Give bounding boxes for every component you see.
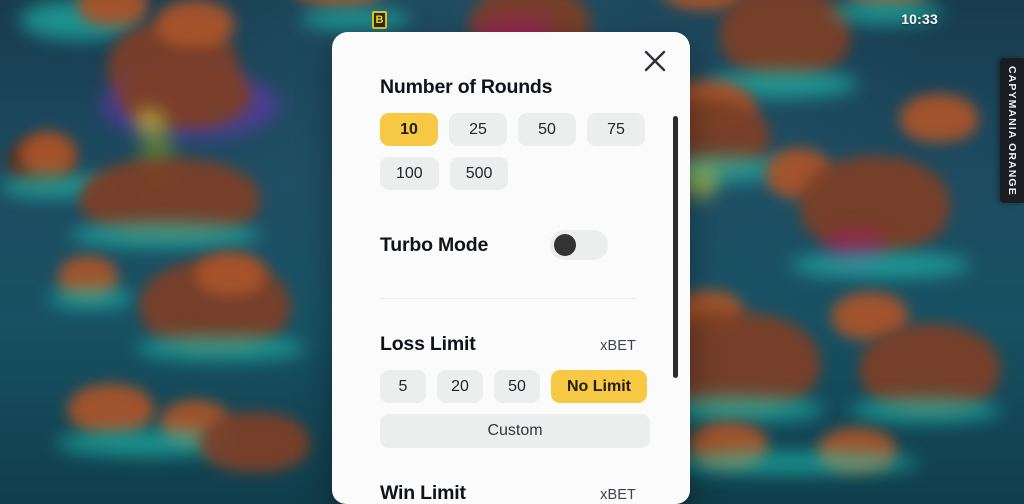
loss-limit-option-5[interactable]: 5	[380, 370, 426, 403]
section-win-limit: Win Limit xBET	[380, 482, 650, 504]
turbo-mode-title: Turbo Mode	[380, 233, 489, 256]
win-limit-unit: xBET	[600, 487, 636, 503]
loss-limit-options: 5 20 50 No Limit	[380, 370, 650, 403]
rounds-title: Number of Rounds	[380, 76, 553, 98]
rounds-option-10[interactable]: 10	[380, 113, 438, 146]
toggle-knob	[554, 234, 576, 256]
turbo-mode-toggle[interactable]	[550, 230, 608, 260]
rounds-option-25[interactable]: 25	[449, 113, 507, 146]
section-loss-limit: Loss Limit xBET 5 20 50 No Limit Custom	[380, 333, 650, 448]
loss-limit-option-20[interactable]: 20	[437, 370, 483, 403]
section-number-of-rounds: Number of Rounds 10 25 50 75 100 500	[380, 76, 650, 190]
modal-scrollbar-track[interactable]	[672, 32, 678, 504]
section-header: Loss Limit xBET	[380, 333, 650, 356]
side-tab-capymania-orange[interactable]: CAPYMANIA ORANGE	[1000, 58, 1024, 203]
settings-scroll-area: Number of Rounds 10 25 50 75 100 500 Tur…	[332, 32, 690, 504]
autoplay-settings-modal: Number of Rounds 10 25 50 75 100 500 Tur…	[332, 32, 690, 504]
section-divider	[380, 298, 636, 299]
section-turbo-mode: Turbo Mode	[380, 230, 650, 260]
rounds-option-50[interactable]: 50	[518, 113, 576, 146]
loss-limit-custom-button[interactable]: Custom	[380, 414, 650, 448]
loss-limit-option-50[interactable]: 50	[494, 370, 540, 403]
loss-limit-unit: xBET	[600, 338, 636, 354]
section-header: Win Limit xBET	[380, 482, 650, 504]
loss-limit-title: Loss Limit	[380, 333, 476, 355]
rounds-option-75[interactable]: 75	[587, 113, 645, 146]
win-limit-title: Win Limit	[380, 482, 466, 504]
loss-limit-option-no-limit[interactable]: No Limit	[551, 370, 647, 403]
close-icon[interactable]	[636, 42, 674, 80]
rounds-options: 10 25 50 75 100 500	[380, 113, 650, 190]
app-screen: B 10:33 CAPYMANIA ORANGE Number of Round…	[0, 0, 1024, 504]
section-header: Number of Rounds	[380, 76, 650, 99]
modal-scrollbar-thumb[interactable]	[673, 116, 678, 378]
rounds-option-100[interactable]: 100	[380, 157, 439, 190]
rounds-option-500[interactable]: 500	[449, 157, 509, 190]
side-tab-label: CAPYMANIA ORANGE	[1006, 65, 1018, 196]
